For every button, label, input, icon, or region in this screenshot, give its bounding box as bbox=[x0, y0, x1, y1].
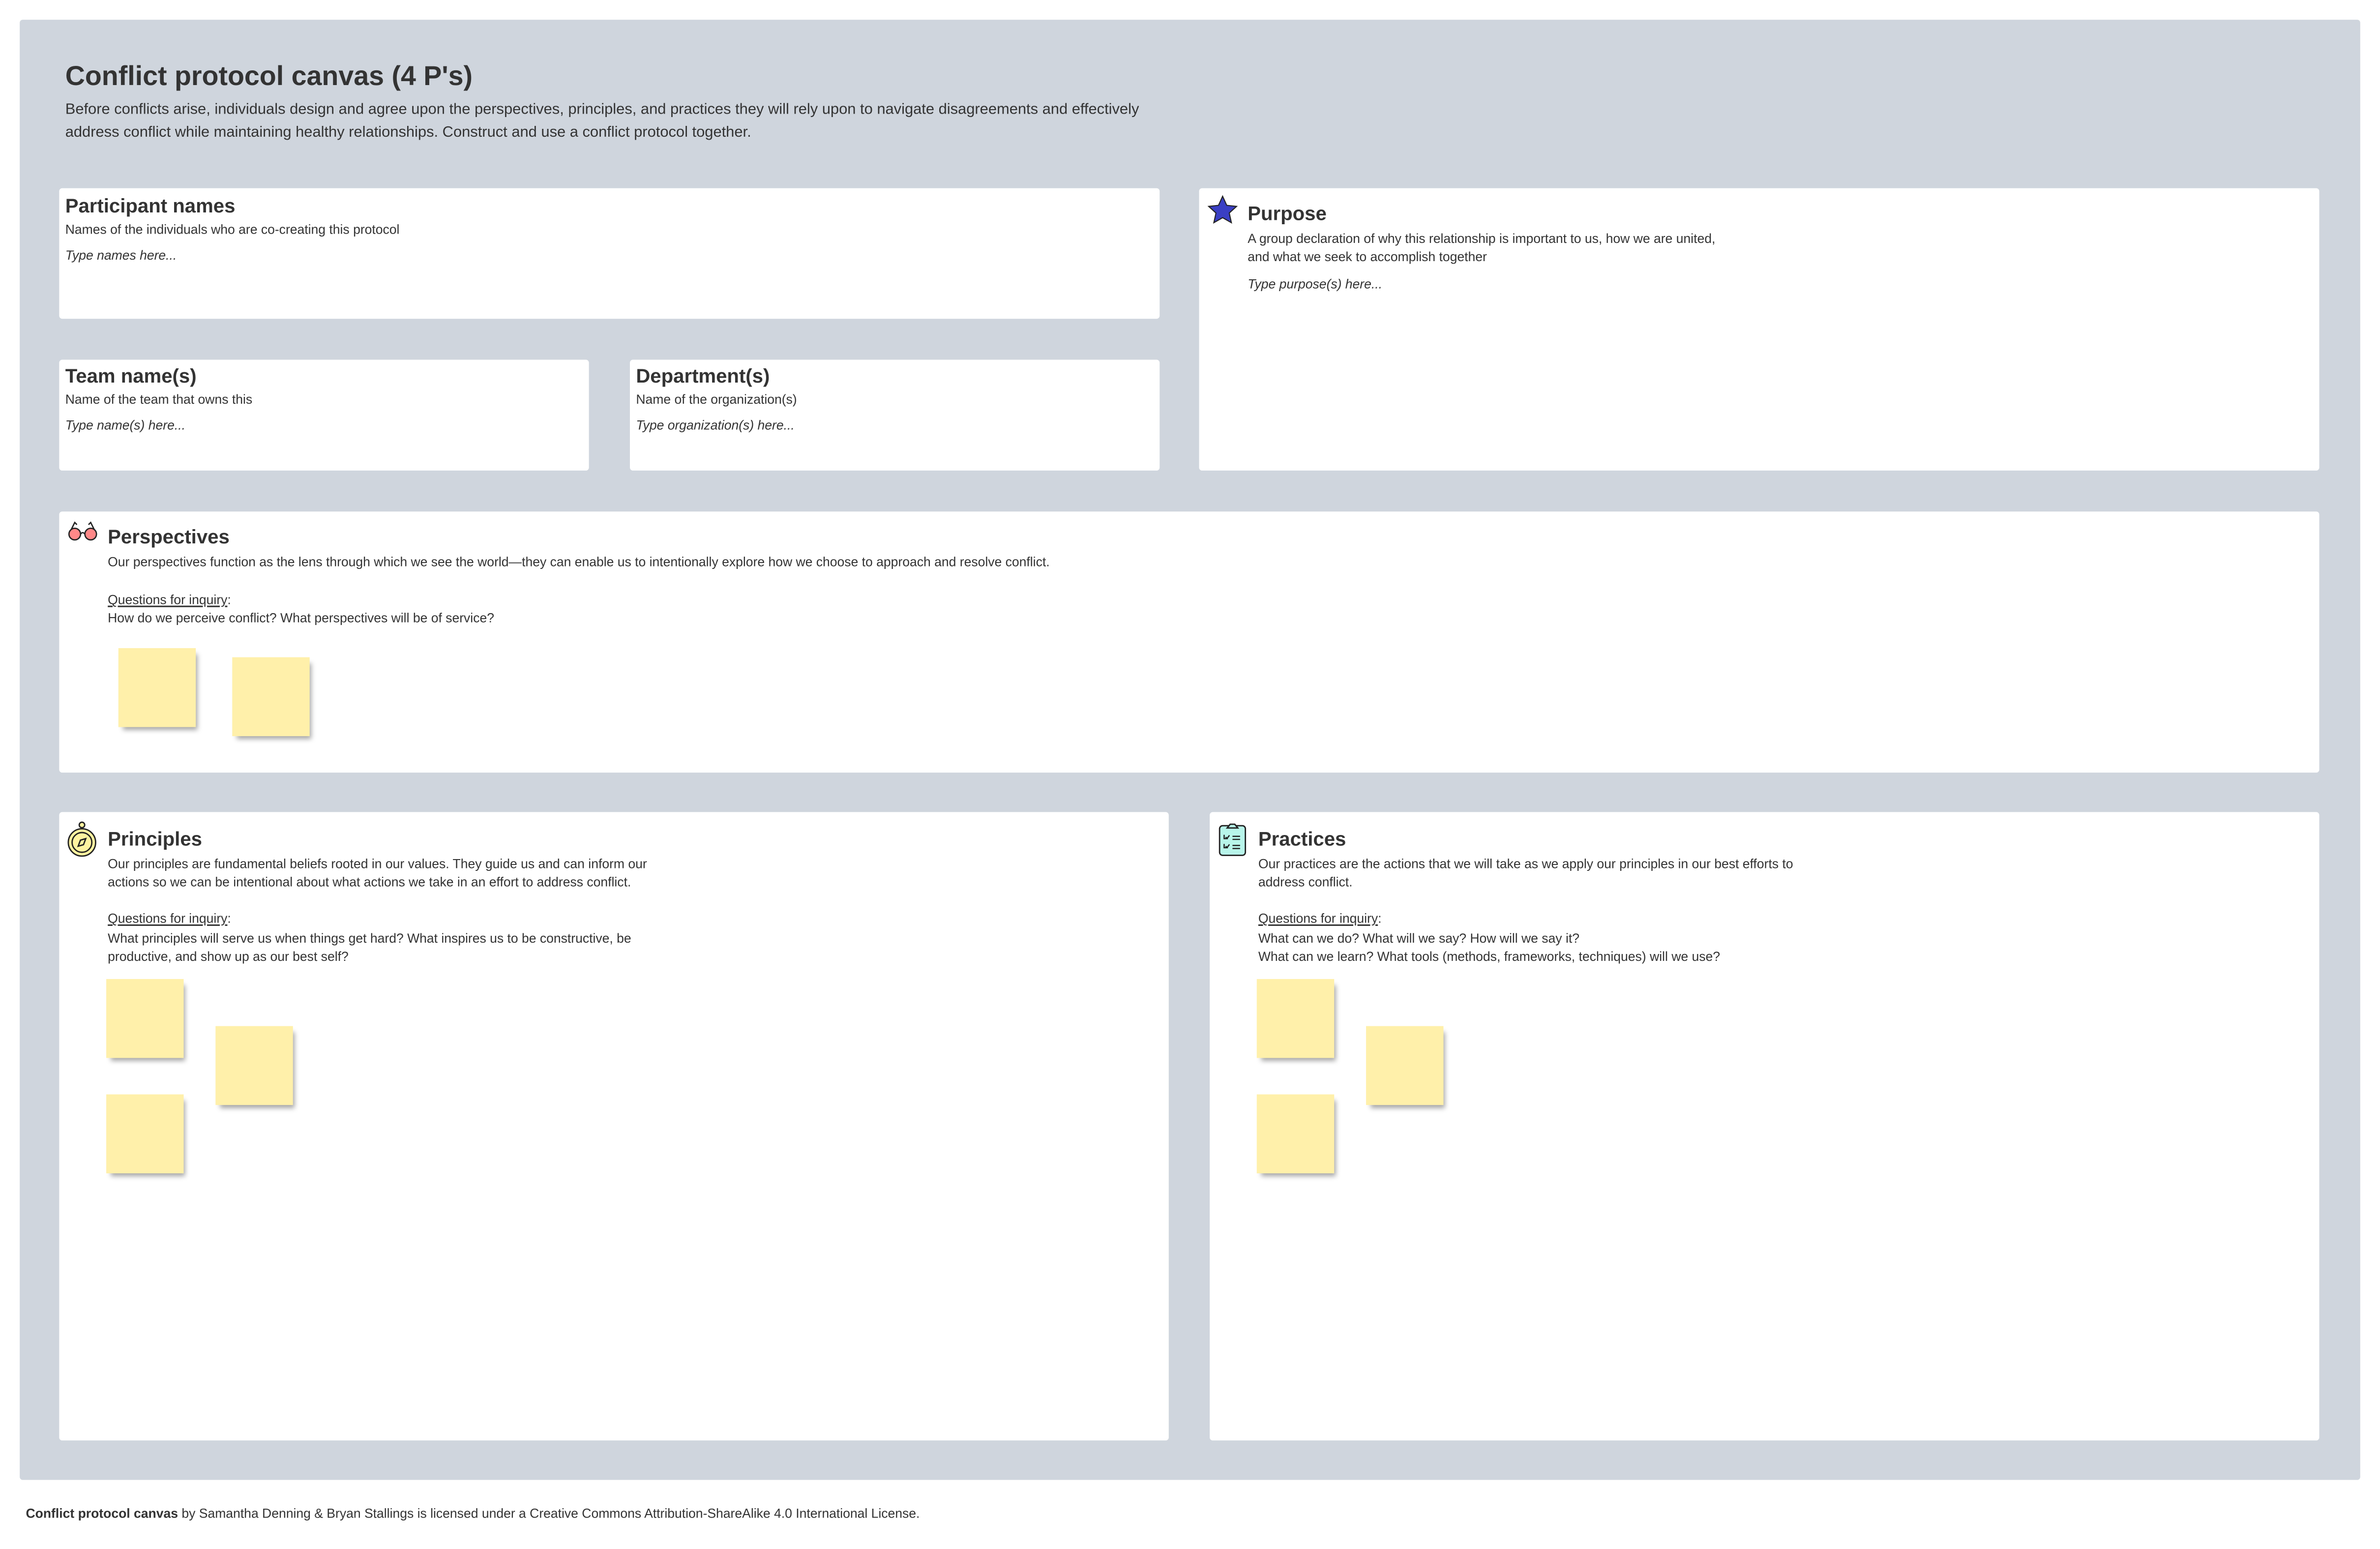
sticky-note[interactable] bbox=[1366, 1026, 1444, 1105]
card-title: Participant names bbox=[65, 194, 236, 217]
practices-card[interactable]: Practices Our practices are the actions … bbox=[1210, 812, 2320, 1441]
inquiry-text-1: What can we do? What will we say? How wi… bbox=[1258, 930, 1580, 946]
sticky-note[interactable] bbox=[215, 1026, 293, 1105]
sticky-note[interactable] bbox=[106, 1094, 184, 1174]
card-title: Principles bbox=[108, 827, 202, 850]
card-subtitle: Name of the team that owns this bbox=[65, 391, 253, 407]
footer-text: by Samantha Denning & Bryan Stallings is… bbox=[178, 1506, 920, 1521]
principles-card[interactable]: Principles Our principles are fundamenta… bbox=[59, 812, 1169, 1441]
card-description: Our perspectives function as the lens th… bbox=[108, 554, 1050, 569]
inquiry-heading: Questions for inquiry: bbox=[108, 592, 231, 607]
inquiry-text: How do we perceive conflict? What perspe… bbox=[108, 610, 495, 626]
glasses-icon bbox=[68, 521, 97, 541]
team-input[interactable]: Type name(s) here... bbox=[65, 417, 185, 433]
department-input[interactable]: Type organization(s) here... bbox=[636, 417, 794, 433]
license-footer: Conflict protocol canvas by Samantha Den… bbox=[26, 1506, 920, 1521]
team-card[interactable]: Team name(s) Name of the team that owns … bbox=[59, 359, 589, 471]
card-title: Team name(s) bbox=[65, 364, 197, 387]
card-title: Perspectives bbox=[108, 525, 230, 548]
inquiry-text: What principles will serve us when thing… bbox=[108, 930, 631, 964]
participants-input[interactable]: Type names here... bbox=[65, 247, 177, 263]
card-title: Department(s) bbox=[636, 364, 770, 387]
sticky-note[interactable] bbox=[106, 979, 184, 1058]
card-title: Purpose bbox=[1248, 202, 1327, 225]
purpose-input[interactable]: Type purpose(s) here... bbox=[1248, 276, 1382, 292]
card-description: Our practices are the actions that we wi… bbox=[1258, 856, 1793, 890]
card-description: Our principles are fundamental beliefs r… bbox=[108, 856, 647, 890]
star-icon bbox=[1207, 195, 1238, 224]
sticky-note[interactable] bbox=[1256, 979, 1335, 1058]
purpose-card[interactable]: Purpose A group declaration of why this … bbox=[1199, 188, 2320, 471]
perspectives-card[interactable]: Perspectives Our perspectives function a… bbox=[59, 511, 2320, 773]
card-subtitle: Name of the organization(s) bbox=[636, 391, 797, 407]
footer-title: Conflict protocol canvas bbox=[26, 1506, 178, 1521]
card-title: Practices bbox=[1258, 827, 1346, 850]
card-subtitle: Names of the individuals who are co-crea… bbox=[65, 221, 400, 237]
sticky-note[interactable] bbox=[118, 648, 196, 727]
sticky-note[interactable] bbox=[1256, 1094, 1335, 1174]
page-title: Conflict protocol canvas (4 P's) bbox=[65, 60, 473, 91]
inquiry-text-2: What can we learn? What tools (methods, … bbox=[1258, 949, 1721, 964]
inquiry-heading: Questions for inquiry: bbox=[108, 911, 231, 926]
page-description: Before conflicts arise, individuals desi… bbox=[65, 101, 1139, 141]
compass-icon bbox=[67, 821, 96, 857]
department-card[interactable]: Department(s) Name of the organization(s… bbox=[629, 359, 1160, 471]
card-subtitle: A group declaration of why this relation… bbox=[1248, 231, 1716, 265]
sticky-note[interactable] bbox=[232, 657, 310, 737]
participants-card[interactable]: Participant names Names of the individua… bbox=[59, 188, 1160, 319]
clipboard-checklist-icon bbox=[1219, 823, 1247, 856]
inquiry-heading: Questions for inquiry: bbox=[1258, 911, 1382, 926]
